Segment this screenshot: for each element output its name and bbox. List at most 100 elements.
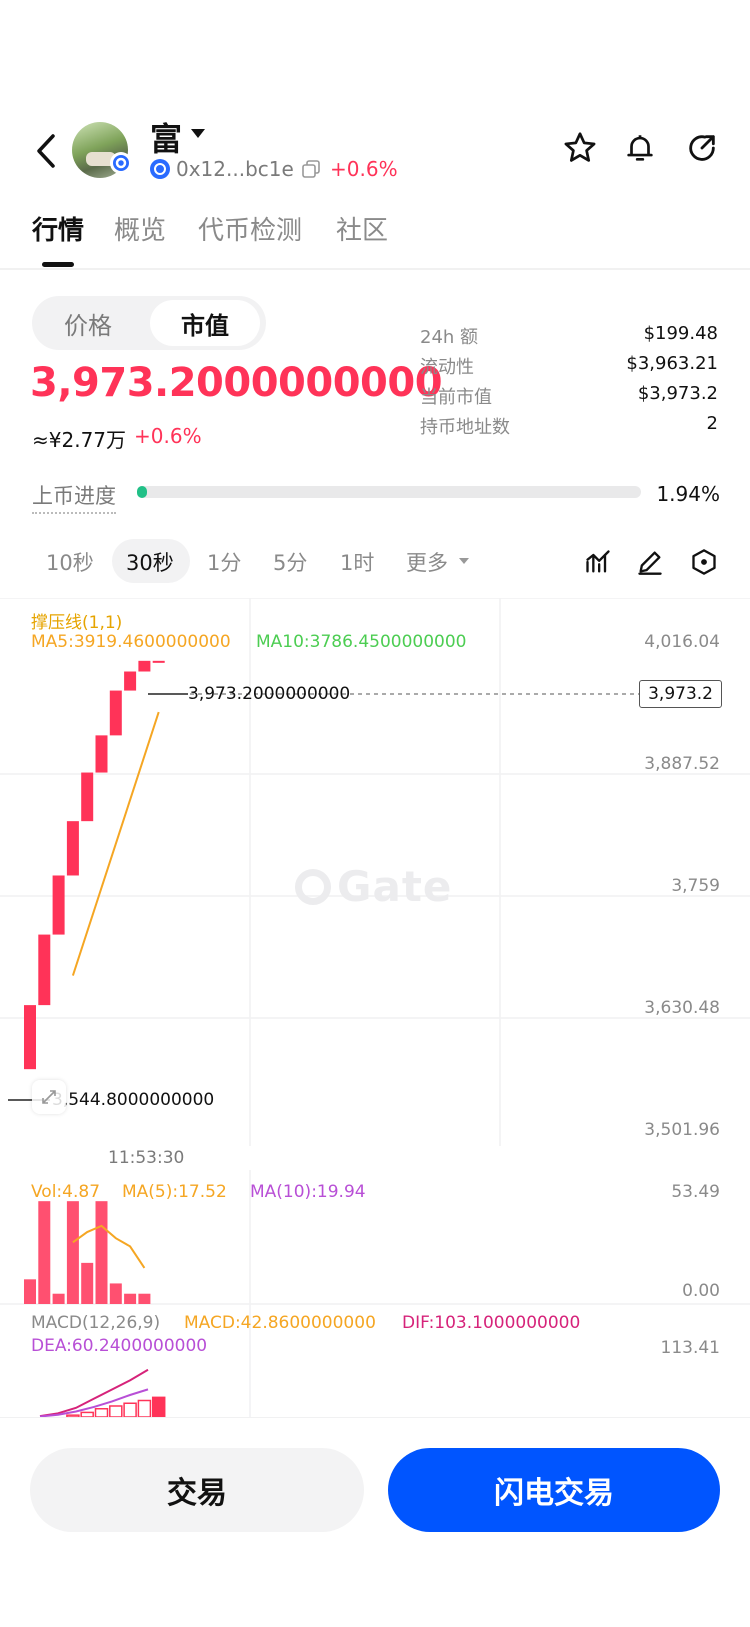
candle [66,821,79,876]
alert-button[interactable] [620,128,660,168]
active-tab-indicator [42,262,74,267]
gate-logo-icon [295,868,331,905]
candle [95,735,108,773]
watermark-logo: Gate [295,862,452,911]
vol-label: Vol:4.87 [31,1182,101,1202]
macd-histogram-bar [151,1396,166,1417]
volume-chart [0,1170,750,1305]
macd-dif: DIF:103.1000000000 [402,1313,581,1333]
indicator-button[interactable] [582,546,614,578]
watermark-text: Gate [337,862,453,911]
progress-label[interactable]: 上币进度 [32,480,116,514]
timeframe-more[interactable]: 更多 [406,547,448,577]
macd-y-top: 113.41 [660,1338,720,1358]
ma5-line [71,711,160,976]
timeframe-1m[interactable]: 1分 [207,547,241,577]
volume-bar [95,1201,108,1304]
token-name[interactable]: 富 [150,114,182,160]
flash-trade-button[interactable]: 闪电交易 [388,1448,720,1532]
volume-bar [109,1283,122,1304]
macd-histogram-bar [137,1399,152,1417]
candle [81,772,94,822]
vol-ma5-label: MA(5):17.52 [122,1182,227,1202]
candle [24,1005,36,1070]
macd-title: MACD(12,26,9) [31,1313,161,1333]
vol-ma10-label: MA(10):19.94 [250,1182,366,1202]
y-tick-1: 4,016.04 [644,632,720,652]
caret-down-icon [459,558,469,564]
back-button[interactable] [26,126,66,176]
price-mcap-toggle: 价格 市值 [32,296,266,350]
vol-y-bottom: 0.00 [682,1281,720,1301]
volume-bar [24,1279,36,1304]
timeframe-10s[interactable]: 10秒 [46,547,94,577]
indicator-title: 撑压线(1,1) [31,613,123,633]
stat-label-market-cap: 当前市值 [420,387,492,408]
share-button[interactable] [682,128,722,168]
candle [124,671,137,691]
volume-bar [66,1201,79,1304]
share-icon [689,135,715,161]
macd-histogram-bar [94,1408,109,1417]
tab-market[interactable]: 行情 [32,210,84,247]
caret-down-icon[interactable] [190,128,206,140]
volume-bar [124,1293,137,1304]
timeframe-30s[interactable]: 30秒 [126,547,174,577]
high-price-label: 3,973.2000000000 [188,684,351,704]
macd-histogram-bar [109,1405,123,1417]
x-time-label: 11:53:30 [108,1148,185,1168]
candle [109,690,122,736]
trade-button-label: 交易 [167,1476,227,1511]
fiat-change: +0.6% [134,424,202,448]
chart-settings-button[interactable] [688,546,720,578]
stat-label-volume: 24h 额 [420,327,479,348]
favorite-button[interactable] [560,128,600,168]
timeframe-5m[interactable]: 5分 [273,547,307,577]
ma10-label: MA10:3786.4500000000 [256,632,467,652]
expand-icon [42,1090,56,1104]
stat-label-liquidity: 流动性 [420,357,474,378]
stat-value-holders: 2 [706,413,718,434]
macd-dea: DEA:60.2400000000 [31,1336,208,1356]
toggle-market-cap[interactable]: 市值 [150,300,260,346]
listing-progress-bar [137,486,641,498]
tab-community[interactable]: 社区 [336,210,388,247]
chain-badge-icon [110,152,132,174]
y-tick-4: 3,630.48 [644,998,720,1018]
bell-icon [627,135,653,161]
macd-value: MACD:42.8600000000 [184,1313,376,1333]
tabs-divider [0,268,750,270]
volume-ma-line [72,1224,146,1269]
chain-icon [150,159,170,179]
hexagon-settings-icon [692,549,716,575]
low-price-label: 3,544.8000000000 [52,1090,215,1110]
candle [138,660,151,672]
draw-button[interactable] [634,546,666,578]
y-tick-5: 3,501.96 [644,1120,720,1140]
candle [152,660,165,663]
tab-overview[interactable]: 概览 [114,210,166,247]
vol-y-top: 53.49 [671,1182,720,1202]
tab-token-check[interactable]: 代币检测 [198,210,302,247]
volume-bar [138,1293,151,1304]
y-tick-3: 3,759 [671,876,720,896]
pen-icon [638,551,662,575]
ma5-label: MA5:3919.4600000000 [31,632,231,652]
copy-icon[interactable] [302,160,320,178]
volume-bar [52,1293,65,1304]
candle [52,875,65,935]
toggle-market-cap-label: 市值 [181,311,229,340]
timeframe-1h[interactable]: 1时 [340,547,374,577]
expand-chart-button[interactable] [32,1080,66,1114]
current-price-tag: 3,973.2 [639,680,722,708]
dif-line [39,1368,149,1417]
toggle-price[interactable]: 价格 [64,306,112,341]
chevron-left-icon [37,134,55,168]
trade-button[interactable]: 交易 [30,1448,364,1532]
token-address: 0x12...bc1e [176,157,294,181]
candle [38,934,51,1006]
macd-histogram-bar [123,1402,137,1417]
flash-trade-button-label: 闪电交易 [494,1476,614,1511]
progress-value: 1.94% [656,482,720,506]
market-cap-value: 3,973.2000000000 [30,360,443,406]
